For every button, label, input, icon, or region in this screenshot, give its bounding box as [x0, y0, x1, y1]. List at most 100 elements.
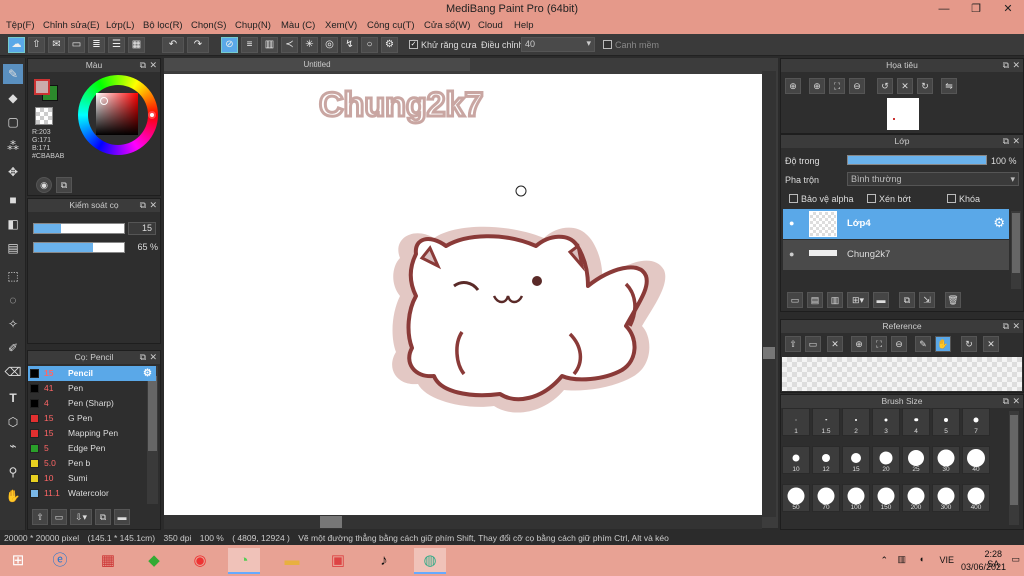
- brush-size-cell[interactable]: 200: [902, 484, 930, 512]
- settings-snap-icon[interactable]: ⚙: [381, 37, 398, 53]
- brush-folder-icon[interactable]: ▬: [114, 509, 130, 525]
- brush-item[interactable]: 5 Edge Pen: [28, 441, 156, 456]
- menu-edit[interactable]: Chỉnh sửa(E): [43, 20, 100, 31]
- brush-item[interactable]: 10 Sumi: [28, 471, 156, 486]
- file-explorer-icon[interactable]: ▬: [276, 548, 308, 574]
- vertical-scroll-thumb[interactable]: [763, 347, 775, 359]
- brush-size-cell[interactable]: 40: [962, 446, 990, 474]
- size-value[interactable]: 15: [128, 222, 156, 235]
- primary-color-swatch[interactable]: [34, 79, 50, 95]
- rotate-right-icon[interactable]: ↻: [917, 78, 933, 94]
- cloud-icon[interactable]: ☁: [8, 37, 25, 53]
- horizontal-scroll-thumb[interactable]: [320, 516, 342, 528]
- eye-icon[interactable]: ●: [789, 249, 794, 259]
- zoom-in-small-icon[interactable]: ⊕: [809, 78, 825, 94]
- horizontal-scrollbar[interactable]: [164, 515, 762, 529]
- brush-size-cell[interactable]: 4: [902, 408, 930, 436]
- drawing-canvas[interactable]: Chung2k7: [164, 74, 762, 515]
- snap-checkbox[interactable]: [603, 40, 612, 49]
- close-reference-icon[interactable]: ✕: [827, 336, 843, 352]
- close-icon[interactable]: ✕: [149, 199, 157, 212]
- zoom-in-icon[interactable]: ⊕: [851, 336, 867, 352]
- undock-icon[interactable]: ⧉: [140, 351, 146, 364]
- zoom-out-icon[interactable]: ⊖: [891, 336, 907, 352]
- blend-mode-select[interactable]: Bình thường ▾: [847, 172, 1019, 186]
- brush-size-cell[interactable]: 50: [782, 484, 810, 512]
- trash-icon[interactable]: 🗑: [945, 292, 961, 308]
- eraser-tool-icon[interactable]: ◆: [3, 88, 23, 108]
- language-indicator[interactable]: VIE: [939, 555, 954, 565]
- medibang-icon[interactable]: ◍: [414, 548, 446, 574]
- reset-view-icon[interactable]: ✕: [897, 78, 913, 94]
- brush-size-cell[interactable]: 300: [932, 484, 960, 512]
- brush-size-cell[interactable]: 7: [962, 408, 990, 436]
- curve-snap-icon[interactable]: ↯: [341, 37, 358, 53]
- gradient-tool-icon[interactable]: ▤: [3, 238, 23, 258]
- radial-snap-icon[interactable]: ✳: [301, 37, 318, 53]
- undock-icon[interactable]: ⧉: [1003, 320, 1009, 333]
- open-folder-icon[interactable]: ▭: [805, 336, 821, 352]
- brush-tool-icon[interactable]: ✎: [3, 64, 23, 84]
- menu-color[interactable]: Màu (C): [281, 20, 315, 31]
- brush-size-scrollbar[interactable]: [1009, 411, 1019, 525]
- close-icon[interactable]: ✕: [1012, 320, 1020, 333]
- brush-size-cell[interactable]: 1.5: [812, 408, 840, 436]
- comment-icon[interactable]: ✉: [48, 37, 65, 53]
- circle-snap-icon[interactable]: ○: [361, 37, 378, 53]
- brush-copy-icon[interactable]: ⧉: [95, 509, 111, 525]
- layer-row[interactable]: ● Chung2k7: [783, 240, 1009, 270]
- concentric-snap-icon[interactable]: ◎: [321, 37, 338, 53]
- brush-item[interactable]: 41 Pen: [28, 381, 156, 396]
- brush-size-cell[interactable]: 3: [872, 408, 900, 436]
- brush-item[interactable]: 15 Pencil ⚙: [28, 366, 156, 381]
- menu-help[interactable]: Help: [514, 20, 534, 31]
- reference-view[interactable]: [782, 357, 1022, 391]
- menu-filter[interactable]: Bộ lọc(R): [143, 20, 183, 31]
- brush-size-cell[interactable]: 10: [782, 446, 810, 474]
- new-8bit-layer-icon[interactable]: ▥: [827, 292, 843, 308]
- brush-item[interactable]: 15 Mapping Pen: [28, 426, 156, 441]
- notification-icon[interactable]: ▭: [1011, 554, 1020, 565]
- select-tool-icon[interactable]: ⬚: [3, 266, 23, 286]
- chevron-up-icon[interactable]: ⌃: [880, 555, 888, 566]
- eyedropper-tool-icon[interactable]: ⚲: [3, 462, 23, 482]
- rotate-left-icon[interactable]: ↺: [877, 78, 893, 94]
- edge-browser-icon[interactable]: ⓔ: [44, 548, 76, 574]
- chrome-icon[interactable]: ◉: [184, 548, 216, 574]
- menu-tools[interactable]: Công cụ(T): [367, 20, 415, 31]
- menu-layer[interactable]: Lớp(L): [106, 20, 134, 31]
- brush-size-cell[interactable]: 12: [812, 446, 840, 474]
- frame-tool-icon[interactable]: ⌁: [3, 436, 23, 456]
- palette-icon[interactable]: ◉: [36, 177, 52, 193]
- snap-off-icon[interactable]: ⊘: [221, 37, 238, 53]
- brush-add-icon[interactable]: ⇧: [32, 509, 48, 525]
- close-icon[interactable]: ✕: [1012, 395, 1020, 408]
- brush-size-cell[interactable]: 70: [812, 484, 840, 512]
- brush-size-cell[interactable]: 25: [902, 446, 930, 474]
- vertical-scrollbar[interactable]: [762, 71, 776, 517]
- page-icon[interactable]: ▭: [68, 37, 85, 53]
- redo-icon[interactable]: ↷: [187, 37, 209, 53]
- undock-icon[interactable]: ⧉: [1003, 395, 1009, 408]
- undock-icon[interactable]: ⧉: [1003, 135, 1009, 148]
- undock-icon[interactable]: ⧉: [1003, 59, 1009, 72]
- navigator-preview[interactable]: [887, 98, 919, 130]
- flip-icon[interactable]: ⇋: [941, 78, 957, 94]
- brush-size-cell[interactable]: 2: [842, 408, 870, 436]
- clipping-checkbox[interactable]: [867, 194, 876, 203]
- gear-icon[interactable]: ⚙: [993, 215, 1005, 231]
- brush-item[interactable]: 15 G Pen: [28, 411, 156, 426]
- reset-icon[interactable]: ✕: [983, 336, 999, 352]
- windows-start-icon[interactable]: ⊞: [2, 548, 34, 574]
- layers-list-icon[interactable]: ≣: [88, 37, 105, 53]
- close-icon[interactable]: ✕: [149, 351, 157, 364]
- undock-icon[interactable]: ⧉: [140, 59, 146, 72]
- transparent-swatch[interactable]: [35, 107, 53, 125]
- perspective-snap-icon[interactable]: ≺: [281, 37, 298, 53]
- merge-layer-icon[interactable]: ⇲: [919, 292, 935, 308]
- brush-new-icon[interactable]: ▭: [51, 509, 67, 525]
- lasso-tool-icon[interactable]: ◌: [3, 290, 23, 310]
- close-icon[interactable]: ✕: [149, 59, 157, 72]
- layer-row[interactable]: ● Lớp4 ⚙: [783, 209, 1009, 239]
- add-layer-menu-icon[interactable]: ⊞▾: [847, 292, 869, 308]
